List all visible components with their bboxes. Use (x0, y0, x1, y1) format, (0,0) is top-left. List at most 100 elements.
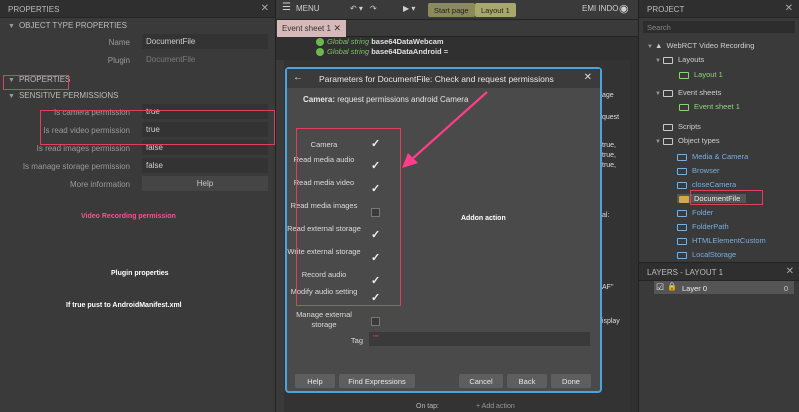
tree-layout1[interactable]: Layout 1 (679, 70, 723, 79)
annotation-addon-action: Addon action (461, 215, 506, 222)
highlight-parameters (296, 128, 401, 306)
lock-icon[interactable]: 🔒 (667, 282, 677, 291)
tab-event-sheet1[interactable]: Event sheet 1 ✕ (277, 20, 346, 37)
layers-header: LAYERS - LAYOUT 1 ✕ (639, 263, 799, 281)
collapse-triangle-icon: ▼ (8, 93, 15, 100)
object-type-item[interactable]: LocalStorage (677, 250, 736, 259)
object-type-item[interactable]: Folder (677, 208, 713, 217)
tree-layouts[interactable]: ▼ Layouts (655, 55, 704, 64)
folder-icon (663, 123, 673, 131)
project-search-input[interactable]: Search (643, 21, 795, 33)
menu-button[interactable]: MENU (296, 4, 320, 13)
layers-panel: LAYERS - LAYOUT 1 ✕ ☑ 🔒 Layer 0 0 (639, 262, 799, 412)
dialog-title-bar: ← Parameters for DocumentFile: Check and… (287, 69, 600, 88)
cancel-button[interactable]: Cancel (459, 374, 503, 388)
project-header: PROJECT ✕ (639, 0, 799, 18)
tree-root[interactable]: ▼ ▲ WebRCT Video Recording (647, 41, 754, 50)
object-icon (677, 153, 687, 161)
tree-scripts[interactable]: Scripts (663, 122, 701, 131)
tag-input[interactable]: "" (369, 332, 590, 346)
object-icon (677, 167, 687, 175)
layer-row[interactable]: ☑ 🔒 Layer 0 0 (654, 281, 794, 294)
close-icon[interactable]: ✕ (786, 266, 794, 277)
prop-row-more-info: More information Help (0, 175, 275, 193)
highlight-permissions (40, 110, 275, 145)
visible-checkbox-icon[interactable]: ☑ (656, 282, 664, 293)
highlight-documentfile (690, 190, 763, 205)
tab-start-page[interactable]: Start page (428, 3, 475, 17)
param-checkbox[interactable] (371, 317, 380, 326)
folder-icon (663, 137, 673, 145)
ghost-text: On tap: (416, 403, 439, 410)
find-expressions-button[interactable]: Find Expressions (339, 374, 415, 388)
object-icon (677, 223, 687, 231)
plugin-value: DocumentFile (146, 55, 196, 64)
help-button[interactable]: Help (142, 176, 268, 191)
redo-icon[interactable]: ↷ (370, 4, 377, 13)
ghost-text: quest (602, 114, 620, 121)
close-icon[interactable]: ✕ (261, 3, 269, 14)
ghost-text: AF" (602, 284, 614, 291)
section-sensitive[interactable]: ▼ SENSITIVE PERMISSIONS (0, 88, 275, 103)
properties-title: PROPERTIES (8, 5, 60, 14)
object-type-item[interactable]: closeCamera (677, 180, 736, 189)
avatar-icon[interactable]: ◉ (619, 2, 629, 15)
object-icon (677, 237, 687, 245)
prop-row-plugin: Plugin DocumentFile (0, 51, 275, 69)
permission-value-field[interactable]: false (142, 158, 268, 173)
ghost-text: true, (602, 152, 617, 159)
collapse-triangle-icon: ▼ (8, 23, 15, 30)
close-tab-icon[interactable]: ✕ (333, 23, 341, 34)
global-icon (316, 48, 324, 57)
folder-icon (663, 89, 673, 97)
annotation-video-permission: Video Recording permission (81, 213, 176, 220)
event-sheet-icon (679, 103, 689, 111)
project-icon: ▲ (655, 41, 663, 50)
back-button[interactable]: Back (507, 374, 547, 388)
properties-header: PROPERTIES ✕ (0, 0, 275, 18)
ghost-text: true, (602, 162, 617, 169)
object-icon (677, 251, 687, 259)
event-global-string-2[interactable]: Global string base64DataAndroid = (316, 47, 448, 57)
back-arrow-icon[interactable]: ← (293, 72, 303, 83)
name-field[interactable]: DocumentFile (142, 34, 268, 49)
prop-row-name: Name DocumentFile (0, 33, 275, 51)
annotation-manifest: If true pust to AndroidManifest.xml (66, 302, 182, 309)
parameters-dialog: ← Parameters for DocumentFile: Check and… (285, 67, 602, 393)
undo-icon[interactable]: ↶ ▾ (350, 4, 363, 13)
help-button[interactable]: Help (295, 374, 335, 388)
project-panel: PROJECT ✕ Search ▼ ▲ WebRCT Video Recordin… (638, 0, 799, 412)
tree-object-types[interactable]: ▼ Object types (655, 136, 720, 145)
ghost-text: age (602, 92, 614, 99)
main-toolbar: ☰ MENU ↶ ▾ ↷ ▶ ▾ Start page Layout 1 EMI… (276, 0, 638, 20)
close-icon[interactable]: ✕ (785, 3, 793, 14)
tree-event-sheets[interactable]: ▼ Event sheets (655, 88, 721, 97)
object-icon (677, 209, 687, 217)
event-global-string-1[interactable]: Global string base64DataWebcam (316, 37, 444, 47)
ghost-text: al: (602, 212, 610, 219)
object-type-item[interactable]: HTMLElementCustom (677, 236, 766, 245)
object-type-item[interactable]: FolderPath (677, 222, 729, 231)
tab-layout1[interactable]: Layout 1 (475, 3, 516, 17)
object-type-item[interactable]: Browser (677, 166, 720, 175)
user-name[interactable]: EMI INDO (582, 4, 618, 13)
play-icon[interactable]: ▶ ▾ (403, 4, 415, 13)
dialog-description: Camera: request permissions android Came… (303, 95, 469, 104)
tag-label: Tag (350, 336, 363, 345)
layout-icon (679, 71, 689, 79)
properties-panel: PROPERTIES ✕ ▼ OBJECT TYPE PROPERTIES Nam… (0, 0, 276, 412)
event-margin (276, 60, 284, 412)
close-icon[interactable]: ✕ (584, 72, 592, 83)
done-button[interactable]: Done (551, 374, 591, 388)
menu-icon[interactable]: ☰ (282, 2, 291, 13)
object-icon (677, 181, 687, 189)
object-icon (679, 195, 689, 203)
tree-event-sheet1[interactable]: Event sheet 1 (679, 102, 740, 111)
param-label: Manage external storage (296, 310, 352, 329)
section-object-type[interactable]: ▼ OBJECT TYPE PROPERTIES (0, 18, 275, 33)
ghost-text: true, (602, 142, 617, 149)
annotation-plugin-properties: Plugin properties (111, 270, 169, 277)
ghost-text: + Add action (476, 403, 515, 410)
global-icon (316, 38, 324, 47)
object-type-item[interactable]: Media & Camera (677, 152, 748, 161)
